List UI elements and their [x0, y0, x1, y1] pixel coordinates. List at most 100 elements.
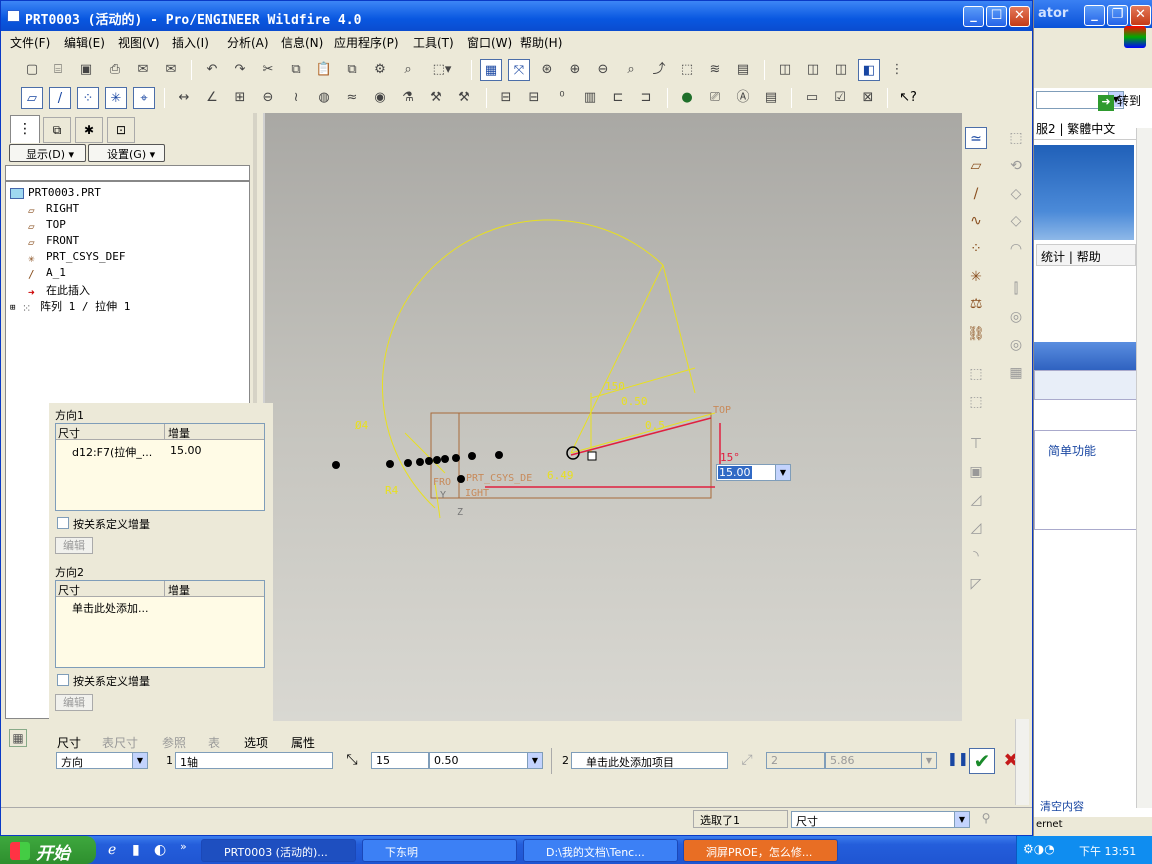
menu-file[interactable]: 文件(F): [10, 34, 50, 51]
tab-options[interactable]: 选项: [244, 734, 268, 751]
tab-dimensions[interactable]: 尺寸: [57, 734, 81, 751]
dashboard-icon[interactable]: ▦: [9, 729, 27, 747]
style-icon[interactable]: ◠: [1005, 238, 1027, 260]
tree-item-front[interactable]: ▱ FRONT: [28, 234, 79, 249]
pattern-point[interactable]: [441, 455, 449, 463]
pattern-point[interactable]: [404, 459, 412, 467]
tab-table[interactable]: 表: [208, 734, 220, 751]
menu-window[interactable]: 窗口(W): [467, 34, 512, 51]
history-tab-icon[interactable]: ⊡: [107, 117, 135, 143]
bg-restore-button[interactable]: ❐: [1107, 5, 1128, 26]
tree-item-pattern[interactable]: ⊞ ⁙ 阵列 1 / 拉伸 1: [10, 298, 130, 315]
go-button[interactable]: ➜ 转到: [1098, 92, 1148, 111]
switch-dims-icon[interactable]: ⁰: [551, 87, 573, 109]
merge-icon[interactable]: ◎: [1005, 306, 1027, 328]
drag-handle[interactable]: [587, 451, 597, 461]
lock-icon[interactable]: ⚲: [979, 811, 993, 827]
bg-scrollbar[interactable]: [1136, 128, 1152, 808]
delete-analysis-icon[interactable]: ⚒: [453, 87, 475, 109]
tray-icons[interactable]: ⚙◑◔: [1023, 842, 1055, 856]
relation-checkbox-2[interactable]: [57, 674, 69, 686]
selection-box-icon[interactable]: ⬚▾: [425, 59, 459, 81]
email-icon[interactable]: ✉: [132, 59, 154, 81]
window-activate-icon[interactable]: ☑: [829, 87, 851, 109]
menu-insert[interactable]: 插入(I): [172, 34, 209, 51]
paste-special-icon[interactable]: ⧉: [341, 59, 363, 81]
count2-field[interactable]: 2: [766, 752, 825, 769]
clear-content-link[interactable]: 清空内容: [1040, 798, 1084, 814]
task-explorer[interactable]: D:\我的文档\Tenc...: [523, 839, 678, 862]
globe-icon[interactable]: ●: [676, 87, 698, 109]
bg-close-button[interactable]: ✕: [1130, 5, 1151, 26]
show-dropdown-button[interactable]: 显示(D) ▾: [9, 144, 86, 162]
camera-icon[interactable]: ⎚: [704, 87, 726, 109]
program-icon[interactable]: ⊐: [635, 87, 657, 109]
orient-mode-icon[interactable]: ⊛: [536, 59, 558, 81]
window-list-icon[interactable]: ▤: [760, 87, 782, 109]
direction2-add-row[interactable]: 单击此处添加...: [72, 600, 149, 616]
window-close-icon[interactable]: ⊠: [857, 87, 879, 109]
rib-icon[interactable]: ◿: [965, 489, 987, 511]
task-browser[interactable]: 洞屏PROE，怎么修...: [683, 839, 838, 862]
analysis-feature-icon[interactable]: ⚖: [965, 293, 987, 315]
saved-views-icon[interactable]: ⬚: [676, 59, 698, 81]
menu-tools[interactable]: 工具(T): [413, 34, 454, 51]
close-button[interactable]: ✕: [1009, 6, 1030, 27]
window-icon[interactable]: ▭: [801, 87, 823, 109]
direction2-table[interactable]: 尺寸 增量 单击此处添加...: [55, 580, 265, 668]
task-folder[interactable]: 下东明: [362, 839, 517, 862]
edit-button-1[interactable]: 编辑: [55, 537, 93, 554]
tree-item-axis[interactable]: / A_1: [28, 266, 66, 281]
quicklaunch-more-icon[interactable]: »: [180, 840, 187, 853]
menu-view[interactable]: 视图(V): [118, 34, 160, 51]
blend-icon[interactable]: ◇: [1005, 210, 1027, 232]
tab-table-dimensions[interactable]: 表尺寸: [102, 734, 138, 751]
pattern-type-dropdown[interactable]: 方向 ▼: [56, 752, 148, 769]
direction1-row-dim[interactable]: d12:F7(拉伸_...: [72, 444, 152, 460]
ie-quicklaunch-icon[interactable]: ℯ: [108, 842, 126, 860]
insert-icon[interactable]: ⬚: [965, 363, 987, 385]
pattern-point[interactable]: [495, 451, 503, 459]
measure-distance-icon[interactable]: ↔: [173, 87, 195, 109]
draft-icon[interactable]: ◿: [965, 517, 987, 539]
pattern-point[interactable]: [416, 458, 424, 466]
save-icon[interactable]: ▣: [75, 59, 97, 81]
count1-field[interactable]: 15: [371, 752, 429, 769]
udf-icon[interactable]: ⊏: [607, 87, 629, 109]
find-icon[interactable]: ⌕: [397, 59, 419, 81]
hidden-line-icon[interactable]: ◫: [802, 59, 824, 81]
mirror-icon[interactable]: ⫿: [1005, 278, 1027, 300]
extrude-icon[interactable]: ⬚: [1005, 127, 1027, 149]
no-hidden-icon[interactable]: ◫: [830, 59, 852, 81]
view-manager-icon[interactable]: ▤: [732, 59, 754, 81]
reflection-icon[interactable]: ≈: [341, 87, 363, 109]
shading-icon[interactable]: ◧: [858, 59, 880, 81]
tab-properties[interactable]: 属性: [291, 734, 315, 751]
relations-icon[interactable]: ⊟: [495, 87, 517, 109]
menu-applications[interactable]: 应用程序(P): [334, 34, 399, 51]
datum-point-icon[interactable]: ⁘: [965, 238, 987, 260]
tree-item-right[interactable]: ▱ RIGHT: [28, 202, 79, 217]
tree-item-csys[interactable]: ✳ PRT_CSYS_DEF: [28, 250, 125, 265]
tree-item-insert-here[interactable]: ➜ 在此插入: [28, 282, 90, 299]
revolve-icon[interactable]: ⟲: [1005, 155, 1027, 177]
datum-curve-icon[interactable]: ∿: [965, 210, 987, 232]
copy-feature-icon[interactable]: ⬚: [965, 391, 987, 413]
hole-icon[interactable]: ⊤: [965, 433, 987, 455]
draft-analysis-icon[interactable]: ◍: [313, 87, 335, 109]
pattern-point[interactable]: [452, 454, 460, 462]
cut-icon[interactable]: ✂: [257, 59, 279, 81]
round-icon[interactable]: ◝: [965, 545, 987, 567]
accept-checkmark-icon[interactable]: ✔: [969, 748, 995, 774]
pattern-point[interactable]: [468, 452, 476, 460]
relation-checkbox-1[interactable]: [57, 517, 69, 529]
pattern-point[interactable]: [386, 460, 394, 468]
shade-curvature-icon[interactable]: ◉: [369, 87, 391, 109]
edit-button-2[interactable]: 编辑: [55, 694, 93, 711]
pattern-point[interactable]: [457, 475, 465, 483]
copy-icon[interactable]: ⧉: [285, 59, 307, 81]
expand-plus-icon[interactable]: ⊞: [10, 303, 15, 313]
direction2-reference-field[interactable]: 单击此处添加项目: [571, 752, 728, 769]
help-tab[interactable]: 帮助: [1077, 250, 1101, 264]
bg-minimize-button[interactable]: _: [1084, 5, 1105, 26]
